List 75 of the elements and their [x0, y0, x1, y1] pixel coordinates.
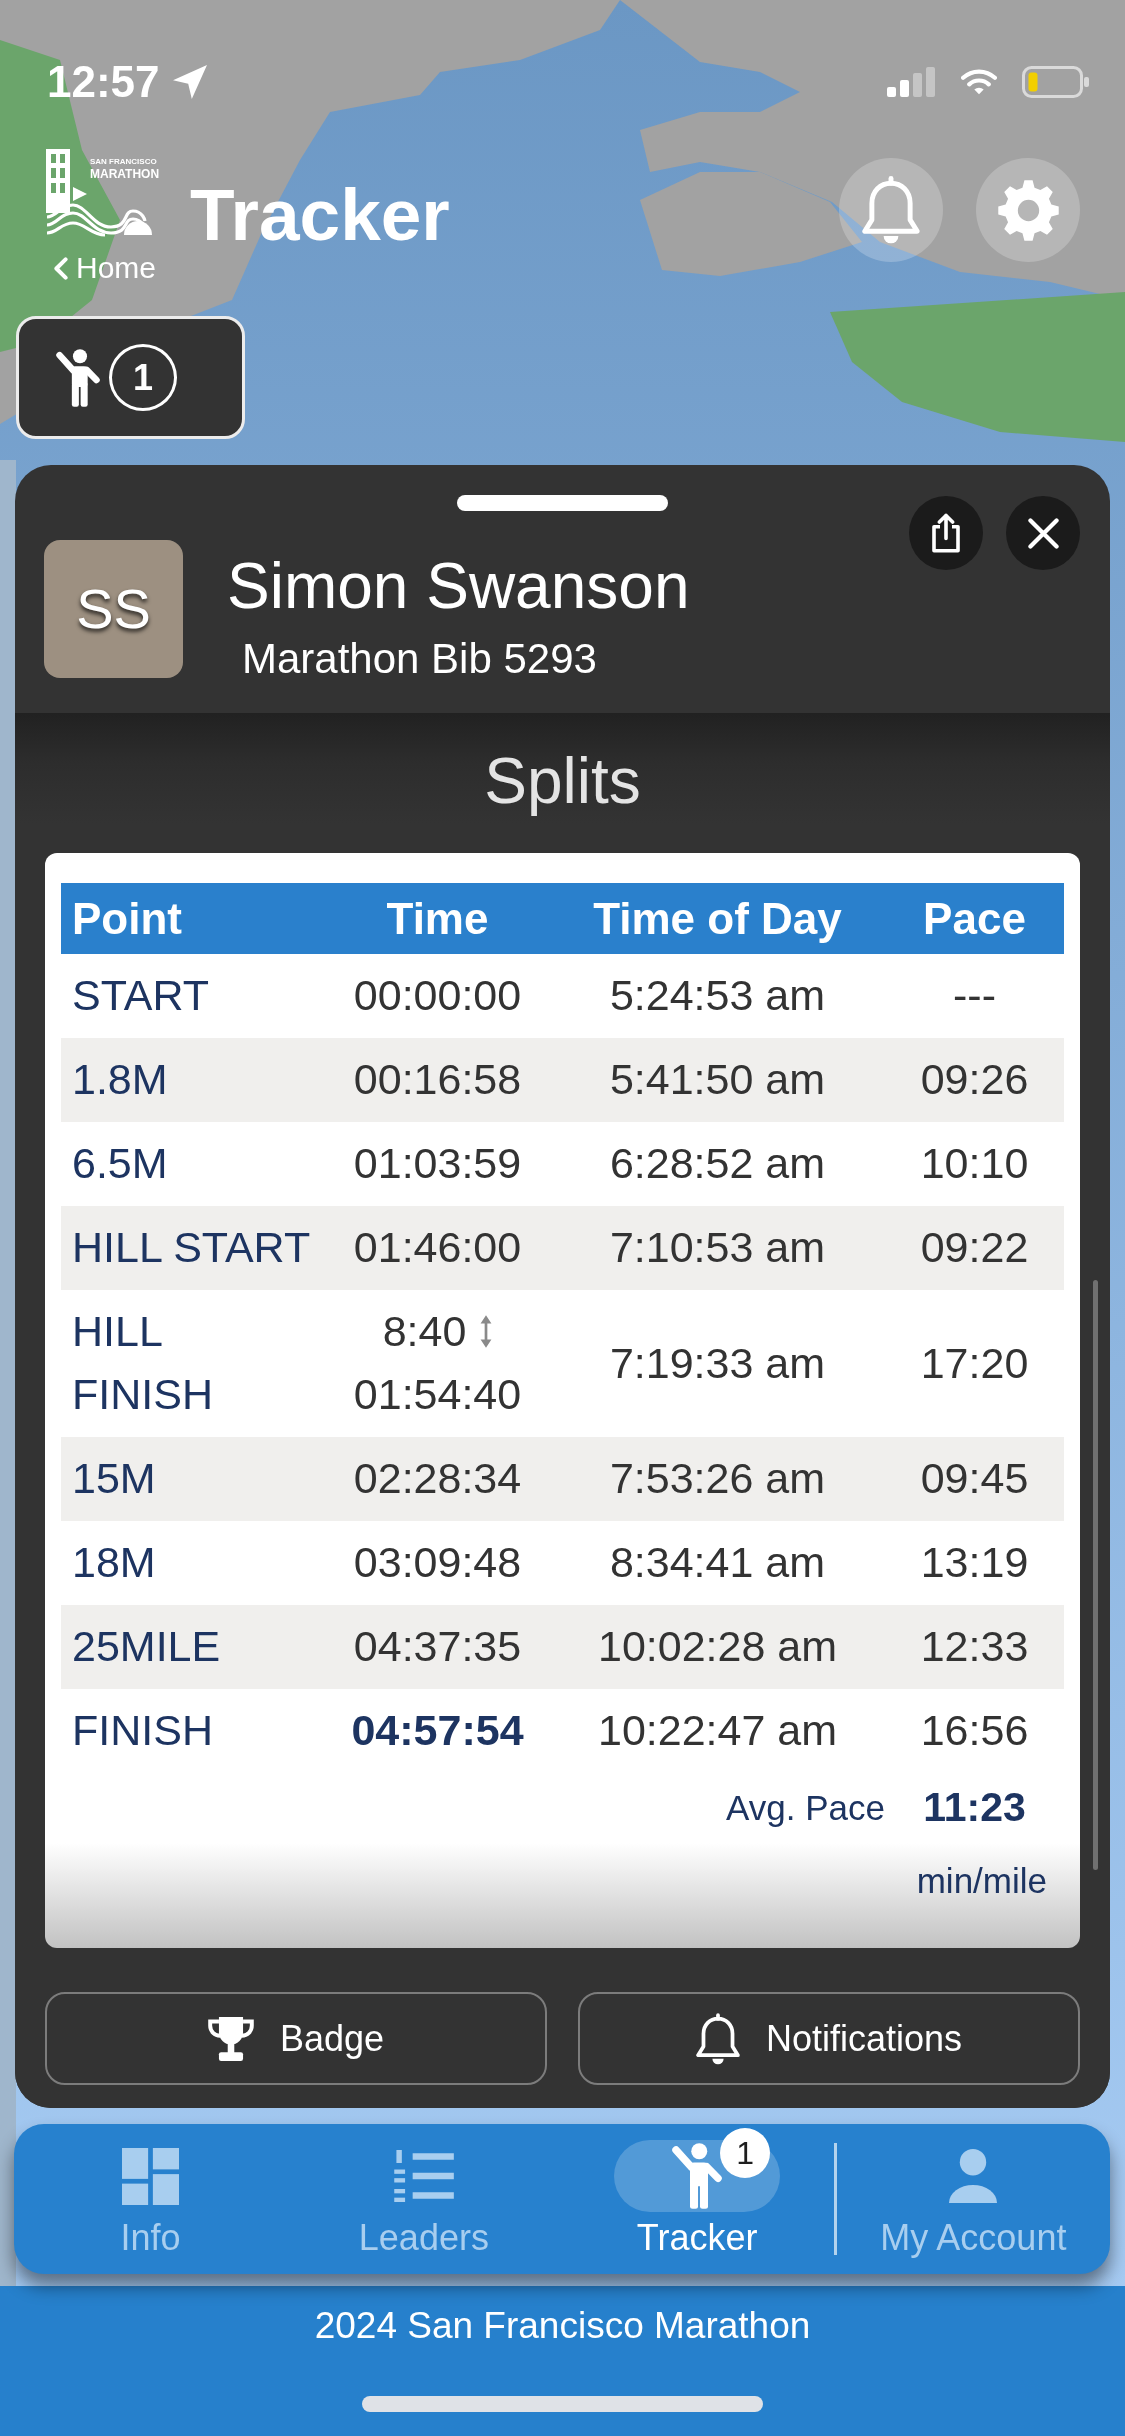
table-cell: 01:03:59: [325, 1122, 550, 1206]
column-header: Time: [325, 883, 550, 954]
bib-number: Marathon Bib 5293: [242, 634, 598, 684]
page-title: Tracker: [190, 178, 450, 251]
avg-pace-label: Avg. Pace: [726, 1786, 885, 1829]
table-cell: 6:28:52 am: [550, 1122, 885, 1206]
count-badge: 1: [109, 344, 177, 411]
table-cell: HILL FINISH: [61, 1290, 325, 1437]
table-cell: 04:37:35: [325, 1605, 550, 1689]
bell-icon: [862, 176, 920, 244]
signal-icon: [886, 67, 936, 97]
table-cell: 7:19:33 am: [550, 1290, 885, 1437]
notifications-button[interactable]: Notifications: [578, 1992, 1080, 2085]
table-cell: 16:56: [885, 1689, 1064, 1773]
tracked-runners-button[interactable]: 1: [16, 316, 245, 439]
pace-unit: min/mile: [915, 1861, 1048, 1901]
table-cell: 1.8M: [61, 1038, 325, 1122]
table-cell: 09:22: [885, 1206, 1064, 1290]
table-cell: 02:28:34: [325, 1437, 550, 1521]
table-cell: 5:24:53 am: [550, 954, 885, 1038]
table-cell: 25MILE: [61, 1605, 325, 1689]
table-cell: 17:20: [885, 1290, 1064, 1437]
waving-person-icon: [56, 348, 100, 407]
table-cell: 6.5M: [61, 1122, 325, 1206]
table-cell: 18M: [61, 1521, 325, 1605]
table-cell: 00:00:00: [325, 954, 550, 1038]
runner-name: Simon Swanson: [227, 551, 690, 621]
marathon-logo: SAN FRANCISCO MARATHON: [44, 147, 159, 237]
table-cell: 04:57:54: [325, 1689, 550, 1773]
table-cell: 00:16:58: [325, 1038, 550, 1122]
table-cell: 10:02:28 am: [550, 1605, 885, 1689]
table-cell: ---: [885, 954, 1064, 1038]
table-cell: 03:09:48: [325, 1521, 550, 1605]
table-cell: 10:22:47 am: [550, 1689, 885, 1773]
table-cell: 7:53:26 am: [550, 1437, 885, 1521]
table-cell: HILL START: [61, 1206, 325, 1290]
waving-person-icon: [672, 2143, 723, 2209]
drag-handle[interactable]: [456, 495, 668, 511]
column-header: Pace: [885, 883, 1064, 954]
table-cell: 12:33: [885, 1605, 1064, 1689]
table-cell: 15M: [61, 1437, 325, 1521]
close-icon: [1027, 517, 1059, 549]
grid-icon: [122, 2147, 180, 2205]
bell-icon: [695, 2012, 740, 2065]
table-cell: START: [61, 954, 325, 1038]
badge-button[interactable]: Badge: [45, 1992, 547, 2085]
table-cell: FINISH: [61, 1689, 325, 1773]
trophy-icon: [207, 2016, 254, 2061]
footer-text: 2024 San Francisco Marathon: [314, 2304, 811, 2348]
battery-icon: [1022, 66, 1090, 98]
column-header: Time of Day: [550, 883, 885, 954]
share-icon: [932, 513, 960, 553]
section-title: Splits: [483, 744, 642, 819]
avatar: SS: [44, 540, 183, 678]
settings-icon: [997, 179, 1059, 241]
table-cell: 10:10: [885, 1122, 1064, 1206]
notification-badge: 1: [720, 2128, 771, 2178]
table-cell: 09:26: [885, 1038, 1064, 1122]
wifi-icon: [961, 69, 997, 95]
location-arrow-icon: [172, 65, 207, 99]
status-time: 12:57: [47, 60, 160, 104]
avg-pace-value: 11:23: [922, 1783, 1027, 1833]
table-cell: 09:45: [885, 1437, 1064, 1521]
list-icon: [393, 2150, 455, 2202]
column-header: Point: [61, 883, 325, 954]
table-cell: 13:19: [885, 1521, 1064, 1605]
table-cell: 01:46:00: [325, 1206, 550, 1290]
split-time: 01:54:40: [353, 1370, 522, 1418]
table-cell: 5:41:50 am: [550, 1038, 885, 1122]
chevron-left-icon: [54, 256, 68, 280]
table-cell: 8:34:41 am: [550, 1521, 885, 1605]
person-icon: [947, 2149, 1000, 2203]
table-cell: 7:10:53 am: [550, 1206, 885, 1290]
up-down-arrow-icon: [480, 1315, 493, 1348]
segment-time: 8:40: [382, 1306, 467, 1357]
